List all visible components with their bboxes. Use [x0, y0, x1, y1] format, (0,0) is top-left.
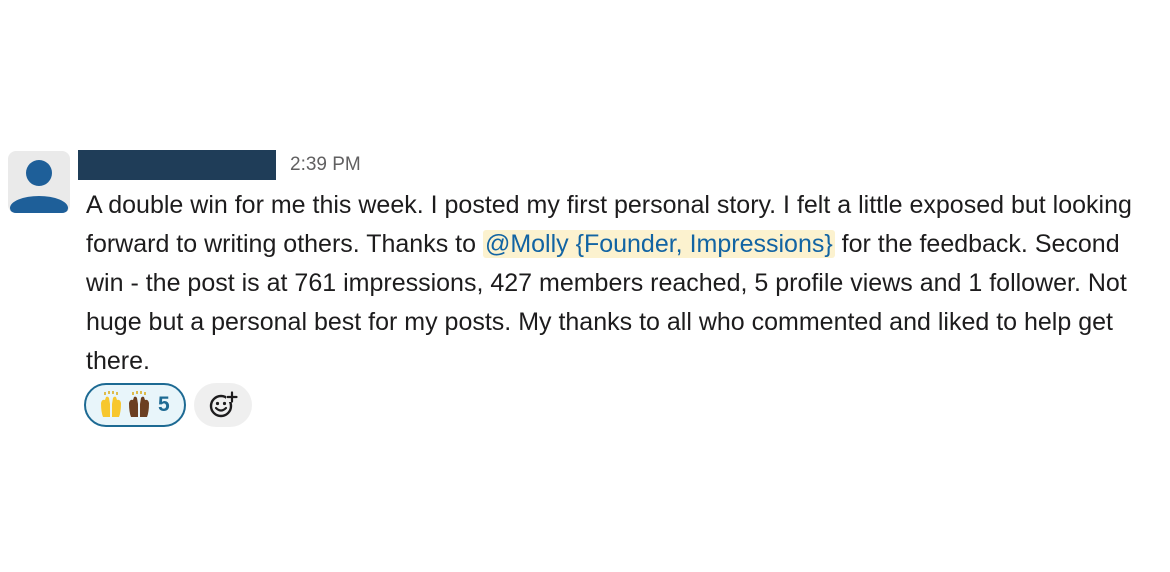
timestamp[interactable]: 2:39 PM — [290, 154, 361, 176]
user-mention[interactable]: @Molly {Founder, Impressions} — [482, 230, 835, 258]
message-header: 2:39 PM — [78, 150, 361, 180]
reaction-raised-hands[interactable]: 5 — [84, 383, 186, 427]
reactions-bar: 5 — [84, 383, 252, 427]
avatar[interactable] — [8, 151, 70, 213]
add-reaction-button[interactable] — [193, 383, 252, 427]
reaction-count: 5 — [158, 393, 170, 416]
raised-hands-dark-icon — [126, 390, 152, 420]
raised-hands-icon — [98, 390, 124, 420]
user-avatar-icon — [10, 160, 68, 213]
author-name-redacted[interactable] — [78, 150, 276, 180]
message-body: A double win for me this week. I posted … — [86, 186, 1156, 381]
add-reaction-icon — [209, 391, 238, 418]
